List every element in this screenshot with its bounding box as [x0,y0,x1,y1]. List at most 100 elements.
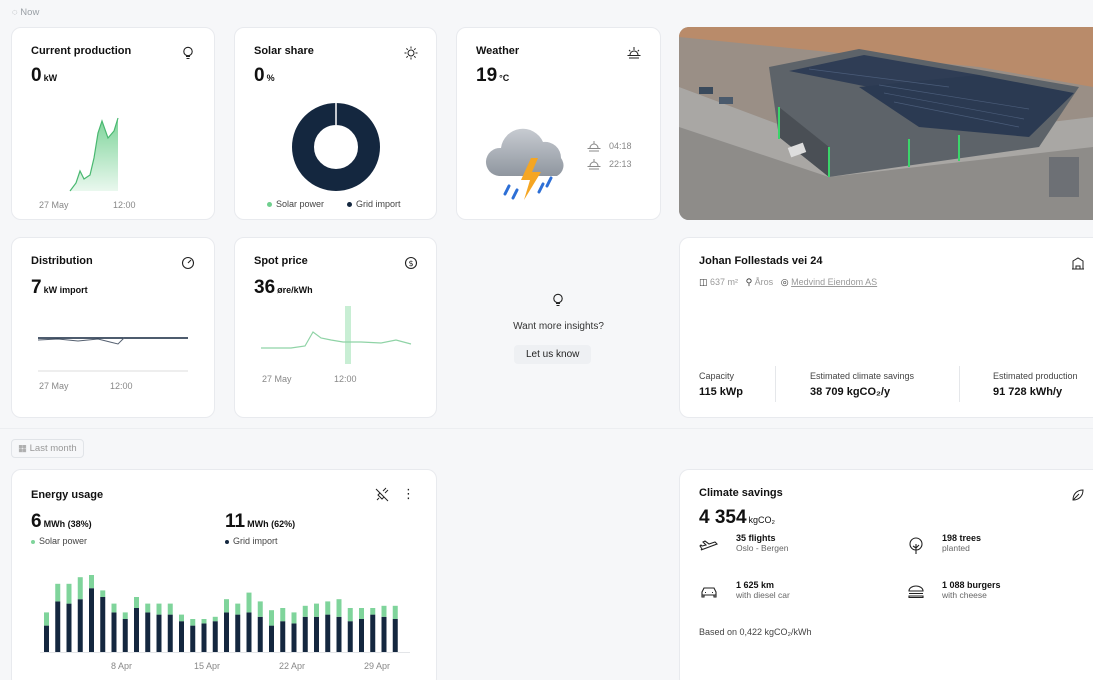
card-title: Distribution [31,255,93,267]
distribution-chart [38,337,188,372]
climate-savings-card[interactable]: Climate savings 4 354 kgCO₂ 35 flights Os… [679,469,1093,680]
building-icon [1072,257,1084,270]
burger-icon [908,585,924,599]
solar-share-value: 0% [254,65,275,86]
grid-import-bar [302,616,308,652]
production-card[interactable]: Current production 0 kW 27 May 12:00 [11,27,215,220]
owner-link[interactable]: Medvind Eiendom AS [791,277,877,287]
distribution-value: 7 kW import [31,277,88,298]
card-title: Weather [476,45,520,57]
location-pin-icon: ⚲ [745,277,753,287]
grid-import-bar [359,619,364,652]
grid-import-bar [66,603,72,652]
energy-usage-card[interactable]: Energy usage ⋮ 6 MWh (38%) Solar power 11… [11,469,437,680]
dollar-icon: $ [404,256,418,270]
solar-power-bar [201,619,207,624]
car-icon [701,587,717,598]
production-value: 0 kW [31,65,58,86]
grid-import-bar [100,597,106,652]
plug-off-icon[interactable] [374,487,390,503]
grid-import-bar [89,588,94,652]
divider [959,366,960,402]
grid-import-bar [111,612,117,652]
grid-import-bar [246,612,252,652]
solar-power-bar [167,603,173,615]
grid-import-bar [134,608,139,652]
grid-import-bar [224,612,229,652]
grid-import-bar [235,614,241,652]
card-title: Current production [31,45,132,57]
stat-label: Estimated climate savings [810,371,915,381]
spot-price-card[interactable]: Spot price $ 36 øre/kWh 27 May 12:00 [234,237,437,418]
stat-label: Capacity [699,371,735,381]
lightbulb-icon [553,293,563,307]
climate-value: 4 354 kgCO₂ [699,507,776,528]
sunrise-time: 04:18 [609,141,632,151]
x-axis-label: 27 May [39,200,69,210]
solar-power-bar [122,612,128,619]
x-axis-label: 27 May [39,381,69,391]
solar-power-bar [392,605,398,619]
x-axis-label: 12:00 [113,200,136,210]
solar-power-bar [359,608,364,619]
grid-import-bar [347,621,353,652]
solar-share-donut [292,103,380,191]
building-address: Johan Follestads vei 24 [699,255,823,267]
grid-import-bar [77,599,83,652]
building-meta: ◫ 637 m² ⚲ Åros ◎ Medvind Eiendom AS [699,277,878,287]
solar-power-bar [336,599,342,617]
now-label: ◌ Now [12,7,40,18]
weather-value: 19 °C [476,65,510,86]
solar-power-bar [89,575,94,589]
climate-item-flights: 35 flights Oslo - Bergen [736,533,789,553]
divider [775,366,776,402]
solar-share-card[interactable]: Solar share 0% Solar power Grid import [234,27,437,220]
owner-icon: ◎ [780,277,789,287]
spot-price-value: 36 øre/kWh [254,277,313,298]
card-title: Energy usage [31,489,104,501]
grid-import-bar [122,619,128,652]
sunrise-icon [627,47,641,59]
solar-power-bar [224,599,229,613]
more-options-icon[interactable]: ⋮ [402,486,415,502]
solar-power-bar [111,603,117,613]
clock-icon: ◌ [12,7,18,18]
solar-power-bar [156,603,162,615]
x-tick-label: 22 Apr [279,661,306,671]
grid-import-bar [392,619,398,652]
solar-power-bar [55,583,61,602]
insights-text: Want more insights? [513,321,604,332]
grid-import-bar [179,621,184,652]
grid-import-bar [167,614,173,652]
grid-import-bar [212,621,218,652]
distribution-card[interactable]: Distribution 7 kW import 27 May 12:00 [11,237,215,418]
weather-card[interactable]: Weather 19 °C 04:18 22:13 [456,27,661,220]
grid-import-bar [55,601,61,652]
solar-power-bar [179,614,184,622]
climate-item-car: 1 625 km with diesel car [736,580,790,600]
x-axis-label: 12:00 [110,381,133,391]
solar-power-bar [212,616,218,622]
solar-power-bar [325,601,331,615]
tree-icon [909,537,923,554]
floorplan-icon: ◫ [699,277,708,287]
let-us-know-button[interactable]: Let us know [514,345,592,364]
grid-import-bar [190,625,196,652]
calendar-icon: ▦ [18,443,27,454]
climate-note: Based on 0,422 kgCO₂/kWh [699,627,812,637]
stat-value: 91 728 kWh/y [993,386,1063,398]
airplane-icon [699,540,718,551]
building-image [679,27,1093,220]
sunset-time: 22:13 [609,159,632,169]
solar-power-bar [235,603,241,615]
building-info-card[interactable]: Johan Follestads vei 24 ◫ 637 m² ⚲ Åros … [679,237,1093,418]
section-divider [0,428,1093,429]
spot-price-chart [261,306,412,364]
grid-import-bar [314,616,319,652]
solar-power-bar [280,608,286,622]
last-month-filter[interactable]: ▦ Last month [11,439,84,458]
stat-value: 115 kWp [699,386,744,398]
card-title: Solar share [254,45,314,57]
grid-import-bar [269,625,274,652]
building-photo [679,27,1093,220]
